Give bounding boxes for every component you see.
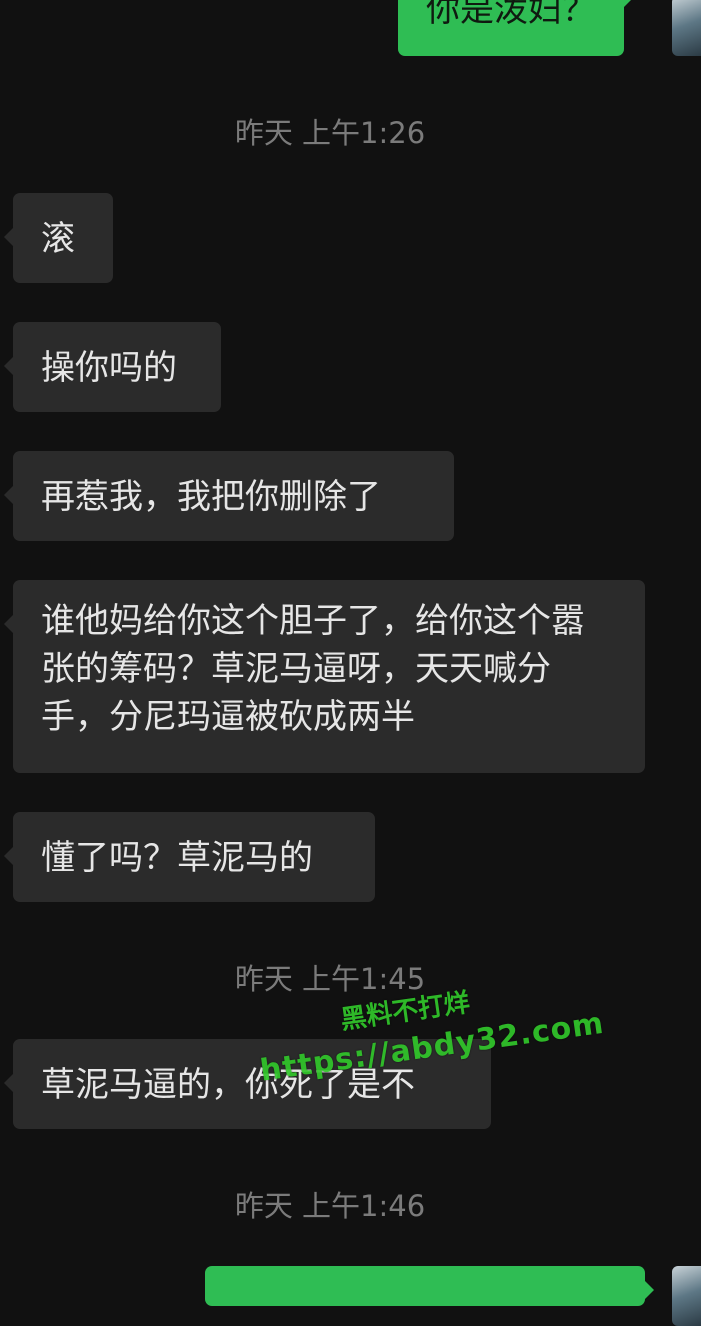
message-text: 你是泼妇？ — [426, 0, 596, 30]
received-message-bubble[interactable]: 懂了吗？草泥马的 — [4, 812, 375, 902]
received-message-bubble[interactable]: 再惹我，我把你删除了 — [4, 451, 454, 541]
message-text: 谁他妈给你这个胆子了，给你这个嚣张的筹码？草泥马逼呀，天天喊分手，分尼玛逼被砍成… — [41, 601, 585, 737]
message-text: 操你吗的 — [41, 348, 177, 388]
message-text: 懂了吗？草泥马的 — [41, 838, 313, 878]
message-text: 再惹我，我把你删除了 — [41, 477, 381, 517]
timestamp: 昨天 上午1:26 — [234, 116, 426, 150]
received-message-bubble[interactable]: 谁他妈给你这个胆子了，给你这个嚣张的筹码？草泥马逼呀，天天喊分手，分尼玛逼被砍成… — [4, 580, 645, 773]
chat-view[interactable]: 你是泼妇？ 昨天 上午1:26 滚 操你吗的 再惹我，我把你删除了 谁他妈给你这… — [0, 0, 701, 1326]
sent-message-bubble[interactable] — [205, 1266, 654, 1306]
sent-message-bubble[interactable]: 你是泼妇？ — [398, 0, 633, 56]
my-avatar[interactable] — [672, 1266, 701, 1326]
my-avatar[interactable] — [672, 0, 701, 56]
timestamp: 昨天 上午1:45 — [234, 962, 426, 996]
message-text: 滚 — [41, 219, 75, 259]
received-message-bubble[interactable]: 滚 — [4, 193, 113, 283]
timestamp: 昨天 上午1:46 — [234, 1189, 426, 1223]
received-message-bubble[interactable]: 操你吗的 — [4, 322, 221, 412]
